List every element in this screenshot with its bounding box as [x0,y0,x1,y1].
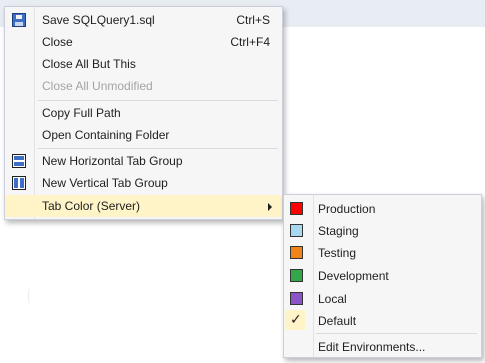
menu-item-label: Tab Color (Server) [42,199,141,213]
development-color-swatch-icon [290,269,303,282]
checkmark-icon: ✓ [290,311,302,327]
testing-color-swatch-icon [290,246,303,259]
menu-item-label: Open Containing Folder [42,128,170,142]
color-item-default[interactable]: ✓ Default [284,309,481,331]
menu-item-close[interactable]: Close Ctrl+F4 [5,31,282,53]
horizontal-tab-group-icon [12,154,26,168]
production-color-swatch-icon [290,202,303,215]
save-icon [12,13,26,27]
color-item-label: Production [318,202,376,216]
menu-item-label: Save SQLQuery1.sql [42,13,155,27]
tab-color-submenu: Production Staging Testing Development L… [283,194,482,358]
menu-item-open-containing-folder[interactable]: Open Containing Folder [5,124,282,146]
menu-item-label: Close All But This [42,57,136,71]
color-item-local[interactable]: Local [284,287,481,309]
menu-item-label: New Horizontal Tab Group [42,154,183,168]
color-item-production[interactable]: Production [284,197,481,219]
menu-item-label: Edit Environments... [318,340,426,354]
menu-item-save[interactable]: Save SQLQuery1.sql Ctrl+S [5,9,282,31]
menu-item-label: New Vertical Tab Group [42,176,168,190]
color-item-staging[interactable]: Staging [284,219,481,241]
menu-separator [38,100,278,101]
menu-item-close-all-but-this[interactable]: Close All But This [5,53,282,75]
menu-item-shortcut: Ctrl+S [236,13,270,27]
vertical-tab-group-icon [12,176,26,190]
menu-item-new-horizontal-tab-group[interactable]: New Horizontal Tab Group [5,150,282,172]
staging-color-swatch-icon [290,224,303,237]
color-item-label: Local [318,292,347,306]
editor-background [28,286,41,306]
color-item-testing[interactable]: Testing [284,241,481,263]
submenu-arrow-icon [268,203,272,211]
menu-item-label: Close [42,35,73,49]
menu-item-label: Close All Unmodified [42,79,153,93]
tab-context-menu: Save SQLQuery1.sql Ctrl+S Close Ctrl+F4 … [4,6,283,220]
menu-separator [316,333,477,334]
color-item-development[interactable]: Development [284,264,481,286]
menu-item-copy-full-path[interactable]: Copy Full Path [5,102,282,124]
color-item-label: Development [318,269,389,283]
menu-item-new-vertical-tab-group[interactable]: New Vertical Tab Group [5,172,282,194]
color-item-label: Testing [318,246,357,260]
local-color-swatch-icon [290,292,303,305]
color-item-label: Default [318,314,357,328]
color-item-label: Staging [318,224,359,238]
menu-item-tab-color-server[interactable]: Tab Color (Server) [5,195,282,217]
menu-item-edit-environments[interactable]: Edit Environments... [284,335,481,357]
menu-item-close-all-unmodified: Close All Unmodified [5,75,282,97]
menu-item-label: Copy Full Path [42,106,121,120]
menu-item-shortcut: Ctrl+F4 [230,35,270,49]
menu-separator [38,148,278,149]
